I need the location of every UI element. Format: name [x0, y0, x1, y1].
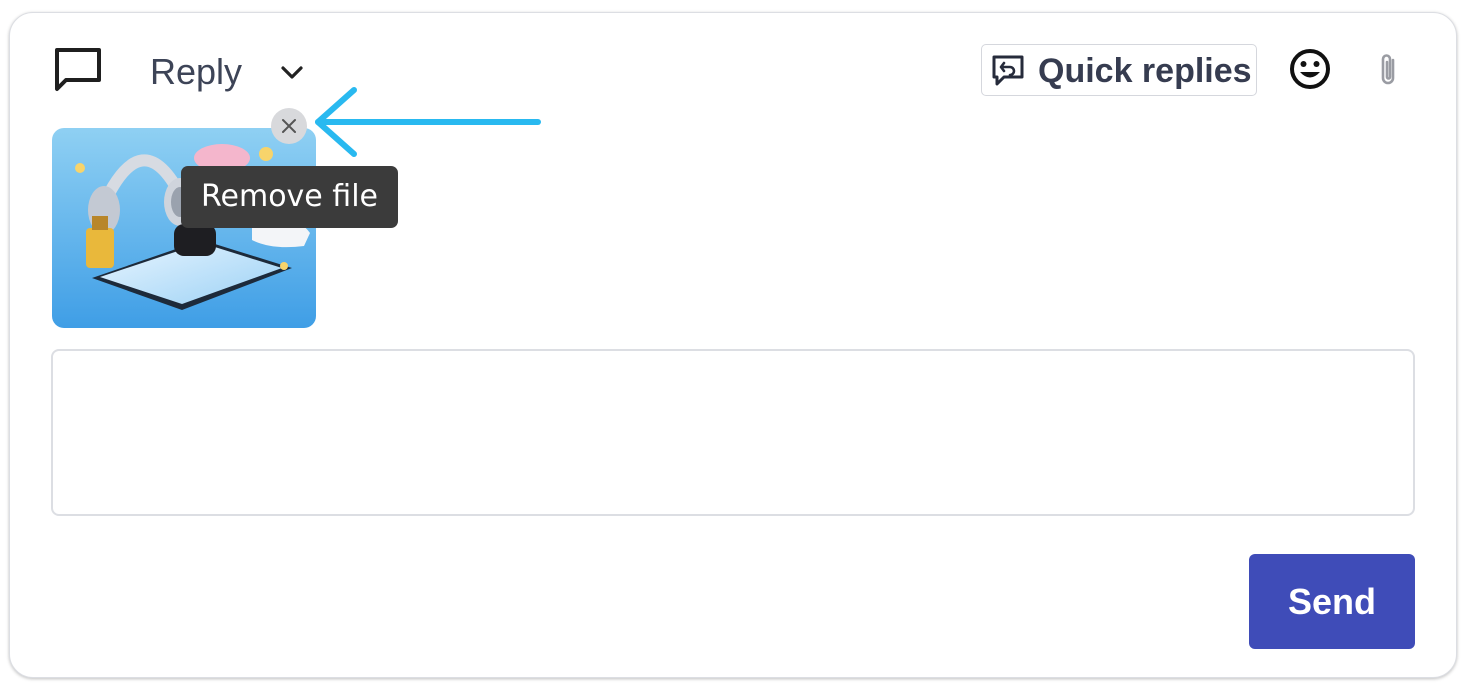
- paperclip-icon[interactable]: [1374, 50, 1402, 90]
- remove-file-tooltip: Remove file: [181, 166, 398, 228]
- tooltip-text: Remove file: [201, 179, 378, 214]
- close-icon: [282, 119, 296, 133]
- remove-file-button[interactable]: [271, 108, 307, 144]
- quick-replies-button[interactable]: Quick replies: [981, 44, 1257, 96]
- attachment-thumbnail: [52, 128, 316, 328]
- annotation-arrow: [310, 84, 542, 164]
- send-button-label: Send: [1287, 581, 1376, 622]
- message-input[interactable]: [51, 349, 1415, 516]
- reply-composer: [9, 12, 1457, 678]
- quick-replies-label: Quick replies: [1038, 52, 1252, 90]
- chat-bubble-icon: [52, 46, 104, 94]
- emoji-icon[interactable]: [1288, 47, 1332, 91]
- quick-replies-icon: [990, 54, 1026, 88]
- send-button[interactable]: Send: [1249, 554, 1415, 649]
- reply-mode-label[interactable]: Reply: [150, 50, 242, 94]
- chevron-down-icon[interactable]: [278, 60, 306, 84]
